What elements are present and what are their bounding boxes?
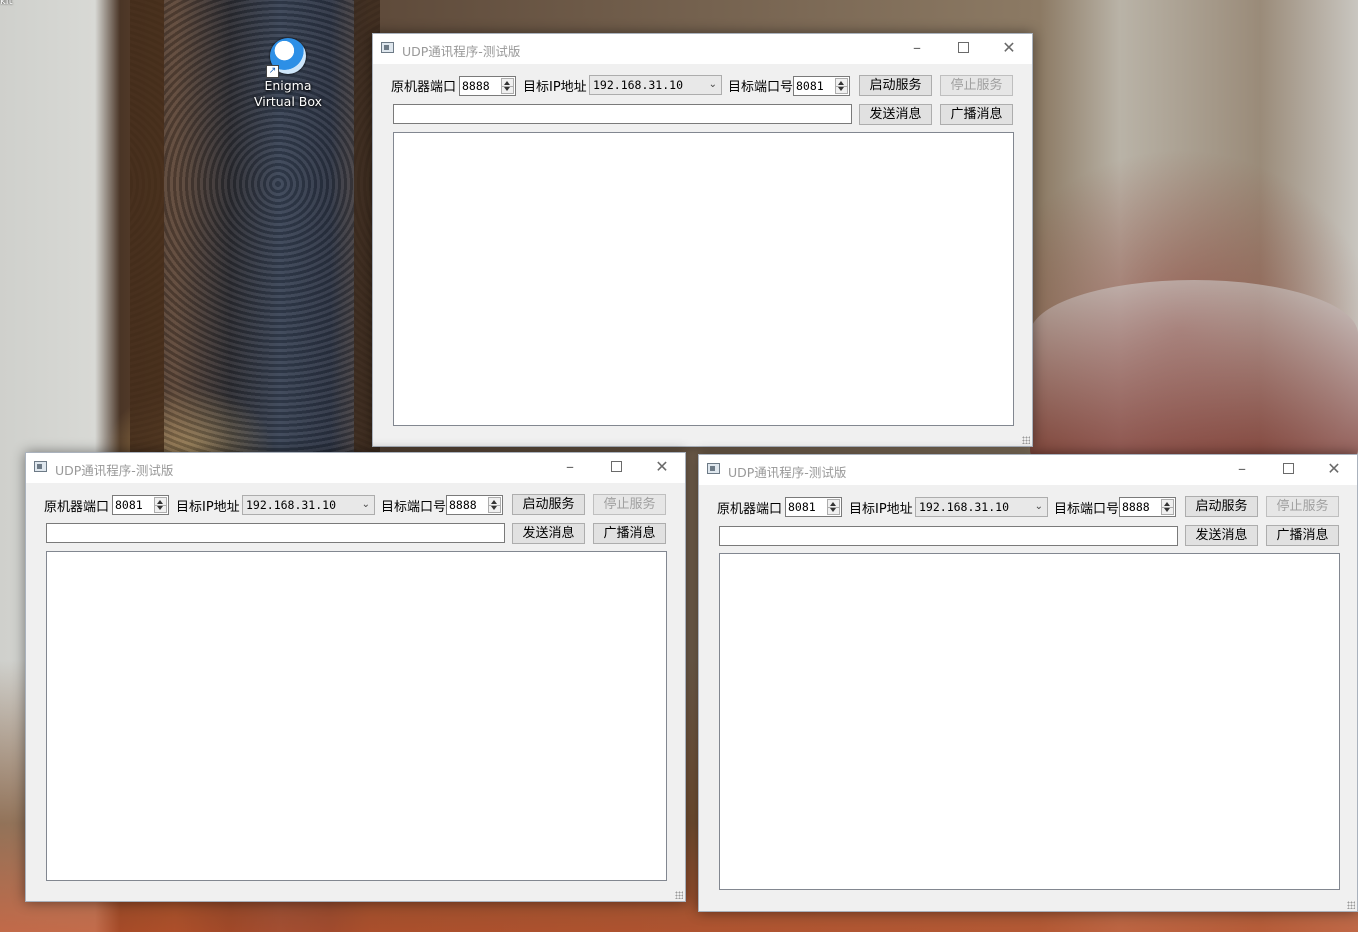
target-ip-combobox[interactable]: 192.168.31.10 ⌄ xyxy=(242,495,375,515)
udp-window-1: UDP通讯程序-测试版 – ✕ 原机器端口 8888 目标IP地址 192.16… xyxy=(372,33,1033,447)
start-service-button[interactable]: 启动服务 xyxy=(512,494,585,515)
broadcast-message-button[interactable]: 广播消息 xyxy=(1266,525,1339,546)
spin-arrows-icon[interactable] xyxy=(1161,499,1174,515)
stop-service-button[interactable]: 停止服务 xyxy=(1266,496,1339,517)
target-ip-value: 192.168.31.10 xyxy=(246,498,337,512)
udp-window-2: UDP通讯程序-测试版 – ✕ 原机器端口 8081 目标IP地址 192.16… xyxy=(25,452,686,902)
target-ip-label: 目标IP地址 xyxy=(176,500,240,515)
title-bar[interactable]: UDP通讯程序-测试版 – ✕ xyxy=(26,453,685,483)
target-port-spinbox[interactable]: 8888 xyxy=(1119,497,1176,517)
desktop-corner-text: kit xyxy=(0,0,13,7)
app-icon xyxy=(707,463,720,474)
message-log[interactable] xyxy=(393,132,1014,426)
send-message-button[interactable]: 发送消息 xyxy=(512,523,585,544)
start-service-button[interactable]: 启动服务 xyxy=(1185,496,1258,517)
target-ip-combobox[interactable]: 192.168.31.10 ⌄ xyxy=(915,497,1048,517)
maximize-icon[interactable] xyxy=(940,34,986,64)
title-bar[interactable]: UDP通讯程序-测试版 – ✕ xyxy=(699,455,1357,485)
chevron-down-icon: ⌄ xyxy=(361,499,370,510)
spin-arrows-icon[interactable] xyxy=(827,499,840,515)
local-port-label: 原机器端口 xyxy=(44,500,110,515)
chevron-down-icon: ⌄ xyxy=(708,79,717,90)
desktop-icon-label-line1: Enigma xyxy=(264,78,312,93)
local-port-label: 原机器端口 xyxy=(717,502,783,517)
close-icon[interactable]: ✕ xyxy=(1311,455,1357,485)
broadcast-message-button[interactable]: 广播消息 xyxy=(940,104,1013,125)
target-port-label: 目标端口号 xyxy=(381,500,447,515)
chevron-down-icon: ⌄ xyxy=(1034,501,1043,512)
maximize-icon[interactable] xyxy=(1265,455,1311,485)
send-message-button[interactable]: 发送消息 xyxy=(1185,525,1258,546)
target-ip-label: 目标IP地址 xyxy=(523,80,587,95)
target-port-spinbox[interactable]: 8081 xyxy=(793,76,850,96)
local-port-spinbox[interactable]: 8081 xyxy=(112,495,169,515)
desktop-icon-label-line2: Virtual Box xyxy=(253,94,323,109)
close-icon[interactable]: ✕ xyxy=(986,34,1032,64)
target-port-spinbox[interactable]: 8888 xyxy=(446,495,503,515)
target-ip-combobox[interactable]: 192.168.31.10 ⌄ xyxy=(589,75,722,95)
stop-service-button[interactable]: 停止服务 xyxy=(593,494,666,515)
close-icon[interactable]: ✕ xyxy=(639,453,685,483)
resize-grip-icon[interactable] xyxy=(675,891,683,899)
spin-arrows-icon[interactable] xyxy=(154,497,167,513)
target-port-value: 8888 xyxy=(449,498,477,512)
app-icon xyxy=(381,42,394,53)
resize-grip-icon[interactable] xyxy=(1347,901,1355,909)
target-ip-value: 192.168.31.10 xyxy=(593,78,684,92)
message-log[interactable] xyxy=(46,551,667,881)
target-port-label: 目标端口号 xyxy=(1054,502,1120,517)
minimize-icon[interactable]: – xyxy=(894,34,940,64)
local-port-spinbox[interactable]: 8081 xyxy=(785,497,842,517)
target-port-value: 8081 xyxy=(796,79,824,93)
message-input[interactable] xyxy=(393,104,852,124)
udp-window-3: UDP通讯程序-测试版 – ✕ 原机器端口 8081 目标IP地址 192.16… xyxy=(698,454,1358,912)
start-service-button[interactable]: 启动服务 xyxy=(859,75,932,96)
title-bar[interactable]: UDP通讯程序-测试版 – ✕ xyxy=(373,34,1032,64)
target-ip-value: 192.168.31.10 xyxy=(919,500,1010,514)
desktop-shortcut-enigma-virtual-box[interactable]: ↗ Enigma Virtual Box xyxy=(250,38,326,110)
window-title: UDP通讯程序-测试版 xyxy=(55,463,174,478)
target-ip-label: 目标IP地址 xyxy=(849,502,913,517)
maximize-icon[interactable] xyxy=(593,453,639,483)
broadcast-message-button[interactable]: 广播消息 xyxy=(593,523,666,544)
local-port-spinbox[interactable]: 8888 xyxy=(459,76,516,96)
local-port-label: 原机器端口 xyxy=(391,80,457,95)
message-input[interactable] xyxy=(46,523,505,543)
wallpaper-mug xyxy=(1030,280,1358,460)
minimize-icon[interactable]: – xyxy=(1219,455,1265,485)
enigma-virtual-box-icon: ↗ xyxy=(266,38,306,78)
shortcut-arrow-icon: ↗ xyxy=(266,65,279,78)
spin-arrows-icon[interactable] xyxy=(488,497,501,513)
local-port-value: 8081 xyxy=(115,498,143,512)
local-port-value: 8081 xyxy=(788,500,816,514)
message-input[interactable] xyxy=(719,526,1178,546)
window-title: UDP通讯程序-测试版 xyxy=(728,465,847,480)
message-log[interactable] xyxy=(719,553,1340,890)
stop-service-button[interactable]: 停止服务 xyxy=(940,75,1013,96)
spin-arrows-icon[interactable] xyxy=(501,78,514,94)
spin-arrows-icon[interactable] xyxy=(835,78,848,94)
send-message-button[interactable]: 发送消息 xyxy=(859,104,932,125)
minimize-icon[interactable]: – xyxy=(547,453,593,483)
resize-grip-icon[interactable] xyxy=(1022,436,1030,444)
local-port-value: 8888 xyxy=(462,79,490,93)
target-port-label: 目标端口号 xyxy=(728,80,794,95)
window-title: UDP通讯程序-测试版 xyxy=(402,44,521,59)
app-icon xyxy=(34,461,47,472)
target-port-value: 8888 xyxy=(1122,500,1150,514)
